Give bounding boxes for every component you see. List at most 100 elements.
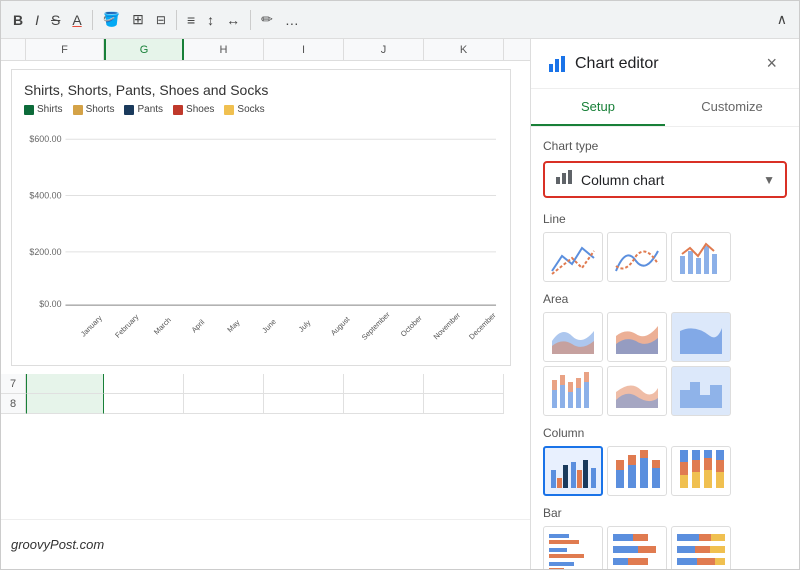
svg-text:August: August	[329, 315, 352, 338]
italic-button[interactable]: I	[31, 10, 43, 30]
svg-text:December: December	[467, 310, 498, 341]
chart-svg: $600.00 $400.00 $200.00 $0.00	[24, 123, 498, 353]
font-color-button[interactable]: A	[68, 10, 85, 30]
editor-title: Chart editor	[575, 55, 659, 73]
svg-text:October: October	[399, 313, 424, 338]
cell-I8[interactable]	[264, 394, 344, 414]
chart-editor-panel: Chart editor × Setup Customize Chart typ…	[531, 39, 799, 569]
cell-I7[interactable]	[264, 374, 344, 394]
chart-type-label: Chart type	[543, 139, 787, 153]
thumb-area-stacked[interactable]	[543, 366, 603, 416]
col-header-G[interactable]: G	[104, 39, 184, 60]
thumb-area-blue[interactable]	[671, 312, 731, 362]
legend-label-pants: Pants	[137, 104, 163, 115]
chart-type-dropdown[interactable]: Column chart ▼	[543, 161, 787, 198]
align-button[interactable]: ≡	[183, 10, 199, 30]
more-button[interactable]: …	[281, 10, 303, 30]
thumb-line-basic[interactable]	[543, 232, 603, 282]
valign-button[interactable]: ↕	[203, 10, 218, 30]
legend-label-shorts: Shorts	[86, 104, 115, 115]
editor-content: Chart type Column chart ▼ Line	[531, 127, 799, 569]
svg-text:July: July	[297, 318, 313, 334]
thumb-area-filled[interactable]	[607, 312, 667, 362]
wrap-button[interactable]: ↔	[222, 10, 244, 30]
chart-area: $600.00 $400.00 $200.00 $0.00	[24, 123, 498, 353]
tab-customize[interactable]: Customize	[665, 89, 799, 126]
thumb-line-smooth[interactable]	[607, 232, 667, 282]
cell-G8[interactable]	[104, 394, 184, 414]
fill-color-button[interactable]: 🪣	[99, 9, 124, 30]
sheet-content: Shirts, Shorts, Pants, Shoes and Socks S…	[1, 61, 530, 519]
svg-text:April: April	[189, 317, 206, 334]
thumb-bar-100[interactable]	[671, 526, 731, 569]
svg-text:$200.00: $200.00	[29, 247, 61, 257]
strikethrough-button[interactable]: S	[47, 10, 64, 30]
legend-color-shirts	[24, 105, 34, 115]
sheet-row-empty-2: 8	[1, 394, 530, 414]
cell-G7[interactable]	[104, 374, 184, 394]
section-line-label: Line	[543, 212, 787, 226]
legend-shirts: Shirts	[24, 104, 63, 115]
col-header-K[interactable]: K	[424, 39, 504, 60]
section-bar: Bar	[543, 506, 787, 569]
cell-F8[interactable]	[26, 394, 104, 414]
chart-container[interactable]: Shirts, Shorts, Pants, Shoes and Socks S…	[11, 69, 511, 366]
cell-J8[interactable]	[344, 394, 424, 414]
legend-label-shoes: Shoes	[186, 104, 214, 115]
legend-color-shorts	[73, 105, 83, 115]
svg-text:September: September	[360, 310, 392, 342]
legend-color-pants	[124, 105, 134, 115]
legend-shorts: Shorts	[73, 104, 115, 115]
draw-button[interactable]: ✏	[257, 9, 277, 30]
svg-text:January: January	[79, 313, 104, 338]
cell-H7[interactable]	[184, 374, 264, 394]
row-num-header	[1, 39, 26, 60]
legend-socks: Socks	[224, 104, 264, 115]
svg-text:$600.00: $600.00	[29, 134, 61, 144]
divider-3	[250, 10, 251, 30]
collapse-button[interactable]: ∧	[773, 9, 791, 30]
chart-type-icon	[555, 169, 573, 190]
col-header-F[interactable]: F	[26, 39, 104, 60]
col-header-J[interactable]: J	[344, 39, 424, 60]
section-column: Column	[543, 426, 787, 496]
main-area: F G H I J K Shirts, Shorts, Pants, Shoes…	[1, 39, 799, 569]
svg-text:May: May	[225, 318, 241, 334]
legend-color-shoes	[173, 105, 183, 115]
col-header-H[interactable]: H	[184, 39, 264, 60]
borders-button[interactable]: ⊞	[128, 9, 148, 30]
cell-K8[interactable]	[424, 394, 504, 414]
cell-K7[interactable]	[424, 374, 504, 394]
legend-label-socks: Socks	[237, 104, 264, 115]
cell-J7[interactable]	[344, 374, 424, 394]
column-thumbnails	[543, 446, 787, 496]
cell-F7[interactable]	[26, 374, 104, 394]
legend-color-socks	[224, 105, 234, 115]
svg-text:June: June	[260, 317, 278, 335]
bold-button[interactable]: B	[9, 10, 27, 30]
thumb-bar-stacked[interactable]	[607, 526, 667, 569]
tab-setup[interactable]: Setup	[531, 89, 665, 126]
section-area: Area	[543, 292, 787, 416]
merge-button[interactable]: ⊟	[152, 11, 170, 29]
thumb-area-stepped[interactable]	[671, 366, 731, 416]
svg-text:$0.00: $0.00	[39, 299, 61, 309]
thumb-column-100[interactable]	[671, 446, 731, 496]
cell-H8[interactable]	[184, 394, 264, 414]
toolbar: B I S A 🪣 ⊞ ⊟ ≡ ↕ ↔ ✏ … ∧	[1, 1, 799, 39]
thumb-column-stacked[interactable]	[607, 446, 667, 496]
spreadsheet: F G H I J K Shirts, Shorts, Pants, Shoes…	[1, 39, 531, 569]
thumb-bar-grouped[interactable]	[543, 526, 603, 569]
svg-text:February: February	[113, 312, 140, 339]
editor-title-area: Chart editor	[547, 54, 659, 74]
col-header-I[interactable]: I	[264, 39, 344, 60]
section-column-label: Column	[543, 426, 787, 440]
chart-type-arrow-icon: ▼	[763, 173, 775, 187]
editor-close-button[interactable]: ×	[760, 51, 783, 76]
thumb-area-basic[interactable]	[543, 312, 603, 362]
thumb-column-grouped[interactable]	[543, 446, 603, 496]
thumb-line-bar-combo[interactable]	[671, 232, 731, 282]
thumb-area-smooth-2[interactable]	[607, 366, 667, 416]
legend-pants: Pants	[124, 104, 163, 115]
chart-legend: Shirts Shorts Pants Shoes	[24, 104, 498, 115]
